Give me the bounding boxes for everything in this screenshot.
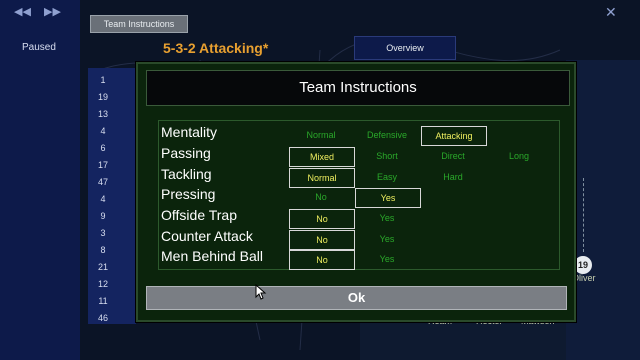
instruction-label: Pressing [161, 186, 216, 202]
option-button[interactable]: Yes [355, 209, 419, 227]
movement-arrow [583, 178, 585, 252]
squad-number[interactable]: 47 [88, 174, 118, 191]
option-button[interactable]: Easy [355, 168, 419, 186]
option-button[interactable]: Mixed [289, 147, 355, 167]
option-button[interactable]: Attacking [421, 126, 487, 146]
squad-number-list: 1 19 13 4 6 17 47 4 9 3 8 21 12 11 46 [88, 72, 118, 327]
pitch-panel [566, 60, 640, 360]
squad-number[interactable]: 19 [88, 89, 118, 106]
squad-number[interactable]: 3 [88, 225, 118, 242]
left-sidebar [0, 0, 80, 360]
instruction-label: Tackling [161, 166, 212, 182]
squad-number[interactable]: 4 [88, 191, 118, 208]
squad-number[interactable]: 4 [88, 123, 118, 140]
option-button[interactable]: Normal [289, 168, 355, 188]
squad-number[interactable]: 8 [88, 242, 118, 259]
squad-number[interactable]: 1 [88, 72, 118, 89]
option-button[interactable]: Yes [355, 230, 419, 248]
option-button[interactable]: No [289, 250, 355, 270]
squad-number[interactable]: 46 [88, 310, 118, 327]
tab-team-instructions[interactable]: Team Instructions [90, 15, 188, 33]
option-button[interactable]: No [289, 209, 355, 229]
tab-overview[interactable]: Overview [354, 36, 456, 60]
squad-number[interactable]: 13 [88, 106, 118, 123]
squad-number[interactable]: 17 [88, 157, 118, 174]
status-paused: Paused [22, 42, 56, 53]
squad-number[interactable]: 11 [88, 293, 118, 310]
mouse-cursor-icon [255, 284, 267, 300]
option-button[interactable]: Normal [289, 126, 353, 144]
tactic-name: 5-3-2 Attacking* [163, 40, 269, 56]
option-button[interactable]: Direct [421, 147, 485, 165]
option-button[interactable]: Yes [355, 188, 421, 208]
option-button[interactable]: Long [487, 147, 551, 165]
instruction-label: Passing [161, 145, 211, 161]
back-arrow-icon[interactable]: ◀◀ [14, 5, 31, 18]
instruction-label: Counter Attack [161, 228, 253, 244]
option-button[interactable]: No [289, 188, 353, 206]
close-icon[interactable]: ✕ [605, 4, 617, 21]
squad-number[interactable]: 6 [88, 140, 118, 157]
squad-number[interactable]: 21 [88, 259, 118, 276]
ok-button[interactable]: Ok [146, 286, 567, 310]
option-button[interactable]: Hard [421, 168, 485, 186]
option-button[interactable]: Defensive [355, 126, 419, 144]
player-badge[interactable]: 19 [574, 256, 592, 274]
instruction-label: Mentality [161, 124, 218, 140]
dialog-title: Team Instructions [146, 70, 570, 106]
option-button[interactable]: Yes [355, 250, 419, 268]
option-button[interactable]: No [289, 230, 355, 250]
instruction-label: Men Behind Ball [161, 248, 263, 264]
squad-number[interactable]: 9 [88, 208, 118, 225]
forward-arrow-icon[interactable]: ▶▶ [44, 5, 61, 18]
option-button[interactable]: Short [355, 147, 419, 165]
instruction-label: Offside Trap [161, 207, 238, 223]
squad-number[interactable]: 12 [88, 276, 118, 293]
